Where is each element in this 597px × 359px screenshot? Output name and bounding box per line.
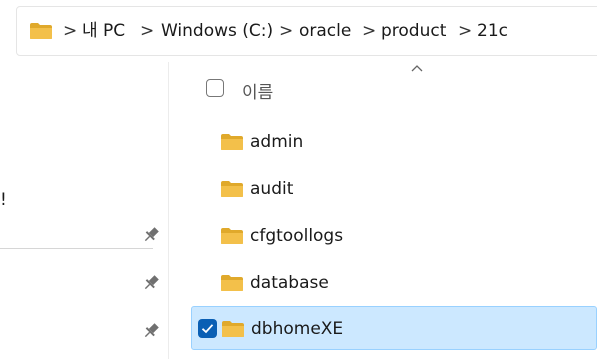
item-name: database [250,273,329,293]
folder-icon [221,275,243,291]
breadcrumb-this-pc[interactable]: 내 PC [82,20,125,42]
navigation-pane[interactable]: ! [0,62,168,359]
item-name: cfgtoollogs [250,226,344,246]
pin-icon[interactable] [141,321,161,341]
pane-separator[interactable] [168,62,169,359]
breadcrumb-product[interactable]: product [381,20,446,42]
item-name: admin [250,132,304,152]
checkmark-icon [201,324,214,334]
folder-icon [30,23,52,39]
column-header-row: 이름 [192,70,597,108]
breadcrumb-chevron-icon[interactable]: > [362,20,376,42]
item-name: dbhomeXE [251,319,344,339]
breadcrumb-chevron-icon[interactable]: > [458,20,472,42]
breadcrumb-chevron-icon[interactable]: > [140,20,154,42]
pin-icon[interactable] [141,225,161,245]
folder-icon [221,134,243,150]
folder-icon [221,228,243,244]
breadcrumb-windows-c[interactable]: Windows (C:) [161,20,273,42]
breadcrumb-chevron-icon[interactable]: > [279,20,293,42]
breadcrumb-oracle[interactable]: oracle [299,20,351,42]
row-checkbox-checked[interactable] [198,319,217,338]
address-bar[interactable]: > 내 PC > Windows (C:) > oracle > product… [16,6,597,56]
select-all-checkbox[interactable] [206,79,224,97]
breadcrumb-21c[interactable]: 21c [477,20,508,42]
breadcrumb-chevron-icon[interactable]: > [63,20,77,42]
list-item[interactable]: audit [191,167,597,211]
list-item[interactable]: database [191,261,597,305]
column-header-name[interactable]: 이름 [242,78,273,103]
list-item[interactable]: cfgtoollogs [191,214,597,258]
folder-icon [221,181,243,197]
folder-icon [222,321,244,337]
list-item[interactable]: admin [191,120,597,164]
pin-icon[interactable] [141,273,161,293]
item-name: audit [250,179,294,199]
list-item-selected[interactable]: dbhomeXE [191,306,597,350]
nav-divider [0,248,153,249]
nav-item-truncated[interactable]: ! [0,190,7,210]
